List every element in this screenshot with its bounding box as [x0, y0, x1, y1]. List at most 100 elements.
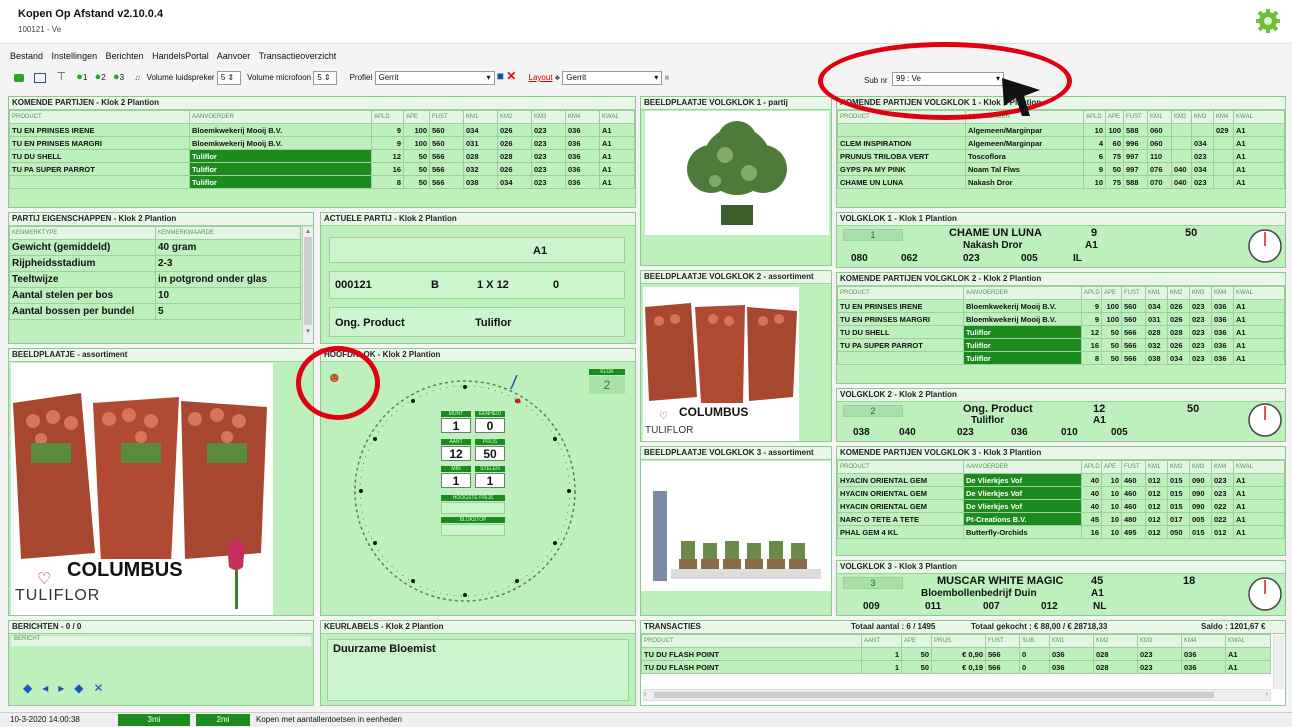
table-row[interactable]: Tuliflor 8 50 566 038 034 023 036 A1 — [9, 175, 635, 189]
actuele-partij-panel: ACTUELE PARTIJ - Klok 2 Plantion A1 0001… — [320, 212, 636, 344]
table-row[interactable]: NARC O TETE A TETE Pt-Creations B.V. 45 10 4… — [837, 512, 1285, 526]
blokstop-field — [441, 524, 505, 536]
hoogste-prijs-field — [441, 502, 505, 514]
table-row[interactable]: TU EN PRINSES MARGRI Bloemkwekerij Mooij … — [9, 136, 635, 150]
monitor-icon[interactable] — [34, 72, 47, 83]
status-badge: 3mi — [118, 714, 190, 726]
volgklok-clock-icon — [1248, 229, 1282, 263]
profiel-select[interactable]: Gerrit ▾ — [374, 70, 495, 85]
volgklok1-panel: VOLGKLOK 1 - Klok 1 Plantion 1 CHAME UN … — [836, 212, 1286, 268]
volgklok-number: 1 — [843, 229, 903, 241]
next-icon[interactable]: ▸ — [58, 681, 74, 695]
table-row[interactable]: TU PA SUPER PARROT Tuliflor 16 50 566 032 026 0… — [837, 338, 1285, 352]
table-row[interactable]: HYACIN ORIENTAL GEM De Vlierkjes Vof 40 10 4… — [837, 473, 1285, 487]
first-icon[interactable]: ◆ — [23, 681, 42, 695]
volgklok-aanvoerder: Nakash Dror — [963, 240, 1023, 251]
komende-partijen-table: PRODUCT AANVOERDER APLD APE FUST KM1 KM2 KM3 KM4… — [9, 110, 635, 189]
table-row[interactable]: TU DU SHELL Tuliflor 12 50 566 028 028 023 036 A1 — [9, 149, 635, 163]
table-row[interactable]: TU PA SUPER PARROT Tuliflor 16 50 566 032 026 0… — [9, 162, 635, 176]
tulip-logo-icon: ♡ — [37, 571, 52, 588]
volgklok-clock-icon — [1248, 403, 1282, 437]
status-badge: 2mi — [196, 714, 250, 726]
menu-instellingen[interactable]: Instellingen — [52, 51, 98, 61]
menu-handelsportal[interactable]: HandelsPortal — [152, 51, 209, 61]
vertical-scrollbar[interactable] — [1273, 635, 1284, 689]
actueel-aanvoerder: Tuliflor — [475, 317, 512, 329]
panel-title: KOMENDE PARTIJEN VOLGKLOK 2 - Klok 2 Pla… — [837, 273, 1285, 286]
close-icon[interactable]: ✕ — [94, 681, 114, 695]
partij-eigenschappen-panel: PARTIJ EIGENSCHAPPEN - Klok 2 Plantion K… — [8, 212, 314, 344]
table-row[interactable]: TU EN PRINSES MARGRI Bloemkwekerij Mooij … — [837, 312, 1285, 326]
beeldplaatje-volgklok1-panel: BEELDPLAATJE VOLGKLOK 1 - partij — [640, 96, 832, 266]
table-row[interactable]: TU DU SHELL Tuliflor 12 50 566 028 028 023 036 A1 — [837, 325, 1285, 339]
table-row[interactable]: TU DU FLASH POINT 1 50 € 0,90 566 0 036 028 023 0… — [641, 647, 1271, 661]
table-row: Gewicht (gemiddeld) 40 gram — [9, 239, 301, 256]
panel-title: KOMENDE PARTIJEN VOLGKLOK 3 - Klok 3 Pla… — [837, 447, 1285, 460]
menu-aanvoer[interactable]: Aanvoer — [217, 51, 251, 61]
volume-mic-stepper[interactable]: 5 ⇕ — [313, 70, 338, 85]
beeldplaatje-volgklok3-panel: BEELDPLAATJE VOLGKLOK 3 - assortiment — [640, 446, 832, 616]
menu-bestand[interactable]: Bestand — [10, 51, 43, 61]
speaker-icon: ♫ — [134, 73, 141, 82]
volume-speaker-label: Volume luidspreker — [146, 73, 215, 82]
mouse-cursor-icon — [1002, 78, 1040, 116]
prijs-value: 50 — [475, 446, 505, 461]
volgklok-clock-icon — [1248, 577, 1282, 611]
komende-partijen-panel: KOMENDE PARTIJEN - Klok 2 Plantion PRODU… — [8, 96, 636, 208]
panel-title: BERICHTEN - 0 / 0 — [9, 621, 313, 634]
table-row[interactable]: CHAME UN LUNA Nakash Dror 10 75 588 070 040 023… — [837, 175, 1285, 189]
table-row[interactable]: PRUNUS TRILOBA VERT Toscoflora 6 75 997 110 02… — [837, 149, 1285, 163]
filter-icon[interactable]: ⊤ — [56, 71, 66, 83]
last-icon[interactable]: ◆ — [74, 681, 93, 695]
table-row[interactable]: TU DU FLASH POINT 1 50 € 0,19 566 0 036 028 023 0… — [641, 660, 1271, 674]
scrollbar[interactable]: ▴ ▾ — [302, 227, 313, 343]
totaal-aantal: Totaal aantal : 6 / 1495 — [851, 622, 936, 631]
eigenschappen-table: KENMERKTYPE KENMERKWAARDE Gewicht (gemidd… — [9, 226, 301, 320]
table-row[interactable]: HYACIN ORIENTAL GEM De Vlierkjes Vof 40 10 4… — [837, 486, 1285, 500]
plant-image — [645, 111, 829, 235]
save-layout-icon[interactable]: ■ — [665, 73, 670, 82]
clock3-icon[interactable]: ● — [113, 71, 120, 83]
panel-title: KEURLABELS - Klok 2 Plantion — [321, 621, 635, 634]
gear-icon[interactable] — [1255, 8, 1281, 34]
status-datetime: 10-3-2020 14:00:38 — [10, 715, 80, 724]
layout-label[interactable]: Layout — [529, 73, 553, 82]
auction-clock-dial — [354, 374, 576, 602]
panel-title: BEELDPLAATJE VOLGKLOK 2 - assortiment — [641, 271, 831, 284]
table-row: Rijpheidsstadium 2-3 — [9, 255, 301, 272]
layout-select[interactable]: Gerrit ▾ — [562, 70, 663, 85]
panel-title: KOMENDE PARTIJEN - Klok 2 Plantion — [9, 97, 635, 110]
prev-icon[interactable]: ◂ — [42, 681, 58, 695]
klok-number: 2 — [589, 376, 625, 394]
volgklok3-panel: VOLGKLOK 3 - Klok 3 Plantion 3 MUSCAR WH… — [836, 560, 1286, 616]
berichten-panel: BERICHTEN - 0 / 0 BERICHT ◆◂▸◆✕ — [8, 620, 314, 706]
volgklok2-table: PRODUCT AANVOERDER APLD APE FUST KM1 KM2 KM3 KM4… — [837, 286, 1285, 365]
table-row[interactable]: TU EN PRINSES IRENE Bloemkwekerij Mooij B… — [837, 299, 1285, 313]
table-row[interactable]: HYACIN ORIENTAL GEM De Vlierkjes Vof 40 10 4… — [837, 499, 1285, 513]
keurlabels-panel: KEURLABELS - Klok 2 Plantion Duurzame Bl… — [320, 620, 636, 706]
table-row[interactable]: Algemeen/Marginpar 10 100 588 060 029 A1 — [837, 123, 1285, 137]
table-row[interactable]: TU EN PRINSES IRENE Bloemkwekerij Mooij B… — [9, 123, 635, 137]
volgklok1-table: PRODUCT AANVOERDER APLD APE FUST KM1 KM2 KM3 KM4… — [837, 110, 1285, 189]
menu-berichten[interactable]: Berichten — [106, 51, 144, 61]
menu-transactieoverzicht[interactable]: Transactieoverzicht — [259, 51, 337, 61]
panel-title: VOLGKLOK 3 - Klok 3 Plantion — [837, 561, 1285, 574]
table-row[interactable]: Tuliflor 8 50 566 038 034 023 036 A1 — [837, 351, 1285, 365]
title-bar: Kopen Op Afstand v2.10.0.4 100121 - Ve — [0, 0, 1292, 44]
volume-speaker-stepper[interactable]: 5 ⇕ — [216, 70, 241, 85]
panel-title: TRANSACTIES Totaal aantal : 6 / 1495 Tot… — [641, 621, 1285, 634]
horizontal-scrollbar[interactable]: ‹ › — [643, 689, 1271, 701]
hyacinth-pots-image — [641, 461, 831, 591]
beeldplaatje-assortiment-panel: BEELDPLAATJE - assortiment COLUMBUS TULI… — [8, 348, 314, 616]
table-row[interactable]: CLEM INSPIRATION Algemeen/Marginpar 4 60 996… — [837, 136, 1285, 150]
panel-title: VOLGKLOK 2 - Klok 2 Plantion — [837, 389, 1285, 402]
table-row[interactable]: GYPS PA MY PINK Noam Tal Flws 9 50 997 076 040… — [837, 162, 1285, 176]
volume-mic-label: Volume microfoon — [247, 73, 312, 82]
table-row: Aantal stelen per bos 10 — [9, 287, 301, 304]
save-icon[interactable]: ■ — [497, 69, 504, 83]
table-row[interactable]: PHAL GEM 4 KL Butterfly-Orchids 16 10 495 012… — [837, 525, 1285, 539]
komende-partijen-volgklok3-panel: KOMENDE PARTIJEN VOLGKLOK 3 - Klok 3 Pla… — [836, 446, 1286, 556]
clock1-icon[interactable]: ● — [76, 71, 83, 83]
delete-icon[interactable]: ✕ — [506, 69, 516, 83]
connect-icon[interactable] — [14, 73, 24, 82]
